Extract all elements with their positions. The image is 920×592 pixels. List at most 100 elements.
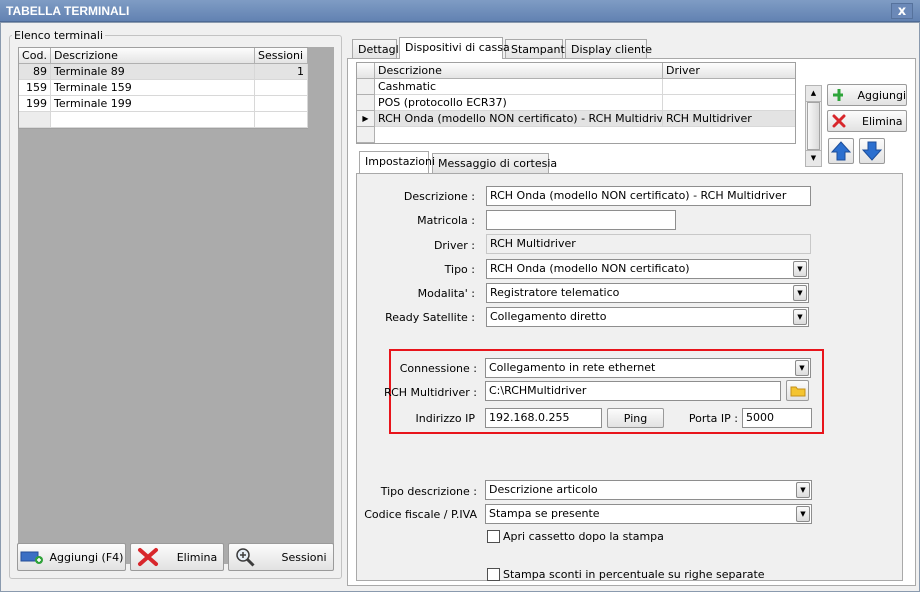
rch-multidriver-label: RCH Multidriver : bbox=[384, 386, 477, 399]
stampa-sconti-checkbox[interactable] bbox=[487, 568, 500, 581]
add-device-button[interactable]: Aggiungi bbox=[827, 84, 907, 106]
delete-icon bbox=[137, 548, 158, 566]
close-button[interactable]: x bbox=[891, 3, 913, 19]
current-row-indicator[interactable]: ▶ bbox=[357, 111, 375, 127]
new-row-cell[interactable] bbox=[51, 112, 255, 128]
tipo-descrizione-select[interactable]: Descrizione articolo ▼ bbox=[485, 480, 812, 500]
table-row-sessioni[interactable]: 1 bbox=[255, 64, 308, 80]
scroll-up-icon[interactable]: ▲ bbox=[806, 86, 821, 102]
delete-terminal-label: Elimina bbox=[176, 550, 218, 564]
zoom-icon bbox=[236, 548, 256, 567]
devices-scrollbar[interactable]: ▲ ▼ bbox=[805, 85, 822, 167]
table-row-driver[interactable] bbox=[663, 95, 795, 111]
arrow-down-icon bbox=[862, 141, 882, 161]
scroll-down-icon[interactable]: ▼ bbox=[806, 150, 821, 166]
descrizione-label: Descrizione : bbox=[403, 190, 475, 203]
ready-satellite-select[interactable]: Collegamento diretto ▼ bbox=[486, 307, 809, 327]
table-row-desc[interactable]: POS (protocollo ECR37) bbox=[375, 95, 663, 111]
terminals-grid[interactable]: Cod. Descrizione Sessioni 89 Terminale 8… bbox=[18, 47, 308, 129]
scroll-thumb[interactable] bbox=[807, 102, 820, 150]
tab-dettagli[interactable]: Dettagli bbox=[352, 39, 402, 59]
driver-field: RCH Multidriver bbox=[486, 234, 811, 254]
tipo-select[interactable]: RCH Onda (modello NON certificato) ▼ bbox=[486, 259, 809, 279]
chevron-down-icon[interactable]: ▼ bbox=[793, 309, 807, 325]
delete-terminal-button[interactable]: Elimina bbox=[130, 543, 224, 571]
delete-device-label: Elimina bbox=[862, 114, 903, 128]
tipo-value: RCH Onda (modello NON certificato) bbox=[490, 262, 690, 275]
apri-cassetto-checkbox[interactable] bbox=[487, 530, 500, 543]
table-row-desc[interactable]: RCH Onda (modello NON certificato) - RCH… bbox=[375, 111, 663, 127]
table-row-sessioni[interactable] bbox=[255, 96, 308, 112]
col-header-descrizione[interactable]: Descrizione bbox=[51, 48, 255, 64]
ready-satellite-value: Collegamento diretto bbox=[490, 310, 607, 323]
indirizzo-ip-field[interactable]: 192.168.0.255 bbox=[485, 408, 602, 428]
row-indicator[interactable] bbox=[357, 95, 375, 111]
chevron-down-icon[interactable]: ▼ bbox=[793, 261, 807, 277]
row-indicator-header bbox=[357, 63, 375, 79]
connessione-select[interactable]: Collegamento in rete ethernet ▼ bbox=[485, 358, 811, 378]
col-header-sessioni[interactable]: Sessioni bbox=[255, 48, 308, 64]
terminals-grid-bg: Cod. Descrizione Sessioni 89 Terminale 8… bbox=[18, 47, 334, 564]
modalita-label: Modalita' : bbox=[417, 287, 475, 300]
tab-stampanti[interactable]: Stampanti bbox=[505, 39, 568, 59]
chevron-down-icon[interactable]: ▼ bbox=[793, 285, 807, 301]
tab-display-cliente[interactable]: Display cliente bbox=[565, 39, 652, 59]
table-row-cod[interactable]: 159 bbox=[19, 80, 51, 96]
tab-impostazioni[interactable]: Impostazioni bbox=[359, 151, 435, 173]
matricola-label: Matricola : bbox=[417, 214, 475, 227]
apri-cassetto-label[interactable]: Apri cassetto dopo la stampa bbox=[503, 530, 664, 543]
ping-button[interactable]: Ping bbox=[607, 408, 664, 428]
modalita-select[interactable]: Registratore telematico ▼ bbox=[486, 283, 809, 303]
add-terminal-label: Aggiungi (F4) bbox=[49, 550, 124, 564]
tab-dispositivi-di-cassa[interactable]: Dispositivi di cassa bbox=[399, 37, 510, 59]
table-row-desc[interactable]: Terminale 89 bbox=[51, 64, 255, 80]
new-row-cell[interactable] bbox=[255, 112, 308, 128]
new-row-indicator[interactable] bbox=[19, 112, 51, 128]
tipo-descrizione-value: Descrizione articolo bbox=[489, 483, 598, 496]
table-row-desc[interactable]: Terminale 159 bbox=[51, 80, 255, 96]
add-device-label: Aggiungi bbox=[857, 88, 906, 102]
porta-ip-field[interactable]: 5000 bbox=[742, 408, 812, 428]
browse-folder-button[interactable] bbox=[786, 380, 809, 401]
terminals-group-label: Elenco terminali bbox=[14, 29, 104, 42]
table-row-driver[interactable] bbox=[663, 79, 795, 95]
codice-fiscale-value: Stampa se presente bbox=[489, 507, 600, 520]
modalita-value: Registratore telematico bbox=[490, 286, 620, 299]
col-header-cod[interactable]: Cod. bbox=[19, 48, 51, 64]
table-row-desc[interactable]: Cashmatic bbox=[375, 79, 663, 95]
table-row-cod[interactable]: 89 bbox=[19, 64, 51, 80]
settings-panel: Descrizione : RCH Onda (modello NON cert… bbox=[356, 173, 903, 581]
codice-fiscale-select[interactable]: Stampa se presente ▼ bbox=[485, 504, 812, 524]
chevron-down-icon[interactable]: ▼ bbox=[795, 360, 809, 376]
devices-grid[interactable]: Descrizione Driver Cashmatic POS (protoc… bbox=[356, 62, 796, 144]
stampa-sconti-label[interactable]: Stampa sconti in percentuale su righe se… bbox=[503, 568, 765, 581]
folder-icon bbox=[790, 386, 805, 397]
codice-fiscale-label: Codice fiscale / P.IVA bbox=[364, 508, 477, 521]
plus-icon bbox=[833, 89, 844, 101]
delete-device-button[interactable]: Elimina bbox=[827, 110, 907, 132]
add-terminal-button[interactable]: Aggiungi (F4) bbox=[17, 543, 126, 571]
table-row-driver[interactable]: RCH Multidriver bbox=[663, 111, 795, 127]
descrizione-field[interactable]: RCH Onda (modello NON certificato) - RCH… bbox=[486, 186, 811, 206]
move-down-button[interactable] bbox=[859, 138, 885, 164]
move-up-button[interactable] bbox=[828, 138, 854, 164]
chevron-down-icon[interactable]: ▼ bbox=[796, 506, 810, 522]
rch-multidriver-path-field[interactable]: C:\RCHMultidriver bbox=[485, 381, 781, 401]
connessione-label: Connessione : bbox=[399, 362, 477, 375]
table-row-sessioni[interactable] bbox=[255, 80, 308, 96]
porta-ip-label: Porta IP : bbox=[688, 412, 738, 425]
add-terminal-icon bbox=[20, 551, 43, 564]
window-body: Elenco terminali Cod. Descrizione Sessio… bbox=[0, 22, 920, 592]
table-row-cod[interactable]: 199 bbox=[19, 96, 51, 112]
tab-messaggio-di-cortesia[interactable]: Messaggio di cortesia bbox=[432, 153, 557, 173]
col-header-descrizione[interactable]: Descrizione bbox=[375, 63, 663, 79]
row-indicator[interactable] bbox=[357, 127, 375, 143]
tipo-label: Tipo : bbox=[444, 263, 475, 276]
ready-satellite-label: Ready Satellite : bbox=[385, 311, 475, 324]
table-row-desc[interactable]: Terminale 199 bbox=[51, 96, 255, 112]
sessions-button[interactable]: Sessioni bbox=[228, 543, 334, 571]
col-header-driver[interactable]: Driver bbox=[663, 63, 795, 79]
matricola-field[interactable] bbox=[486, 210, 676, 230]
chevron-down-icon[interactable]: ▼ bbox=[796, 482, 810, 498]
row-indicator[interactable] bbox=[357, 79, 375, 95]
